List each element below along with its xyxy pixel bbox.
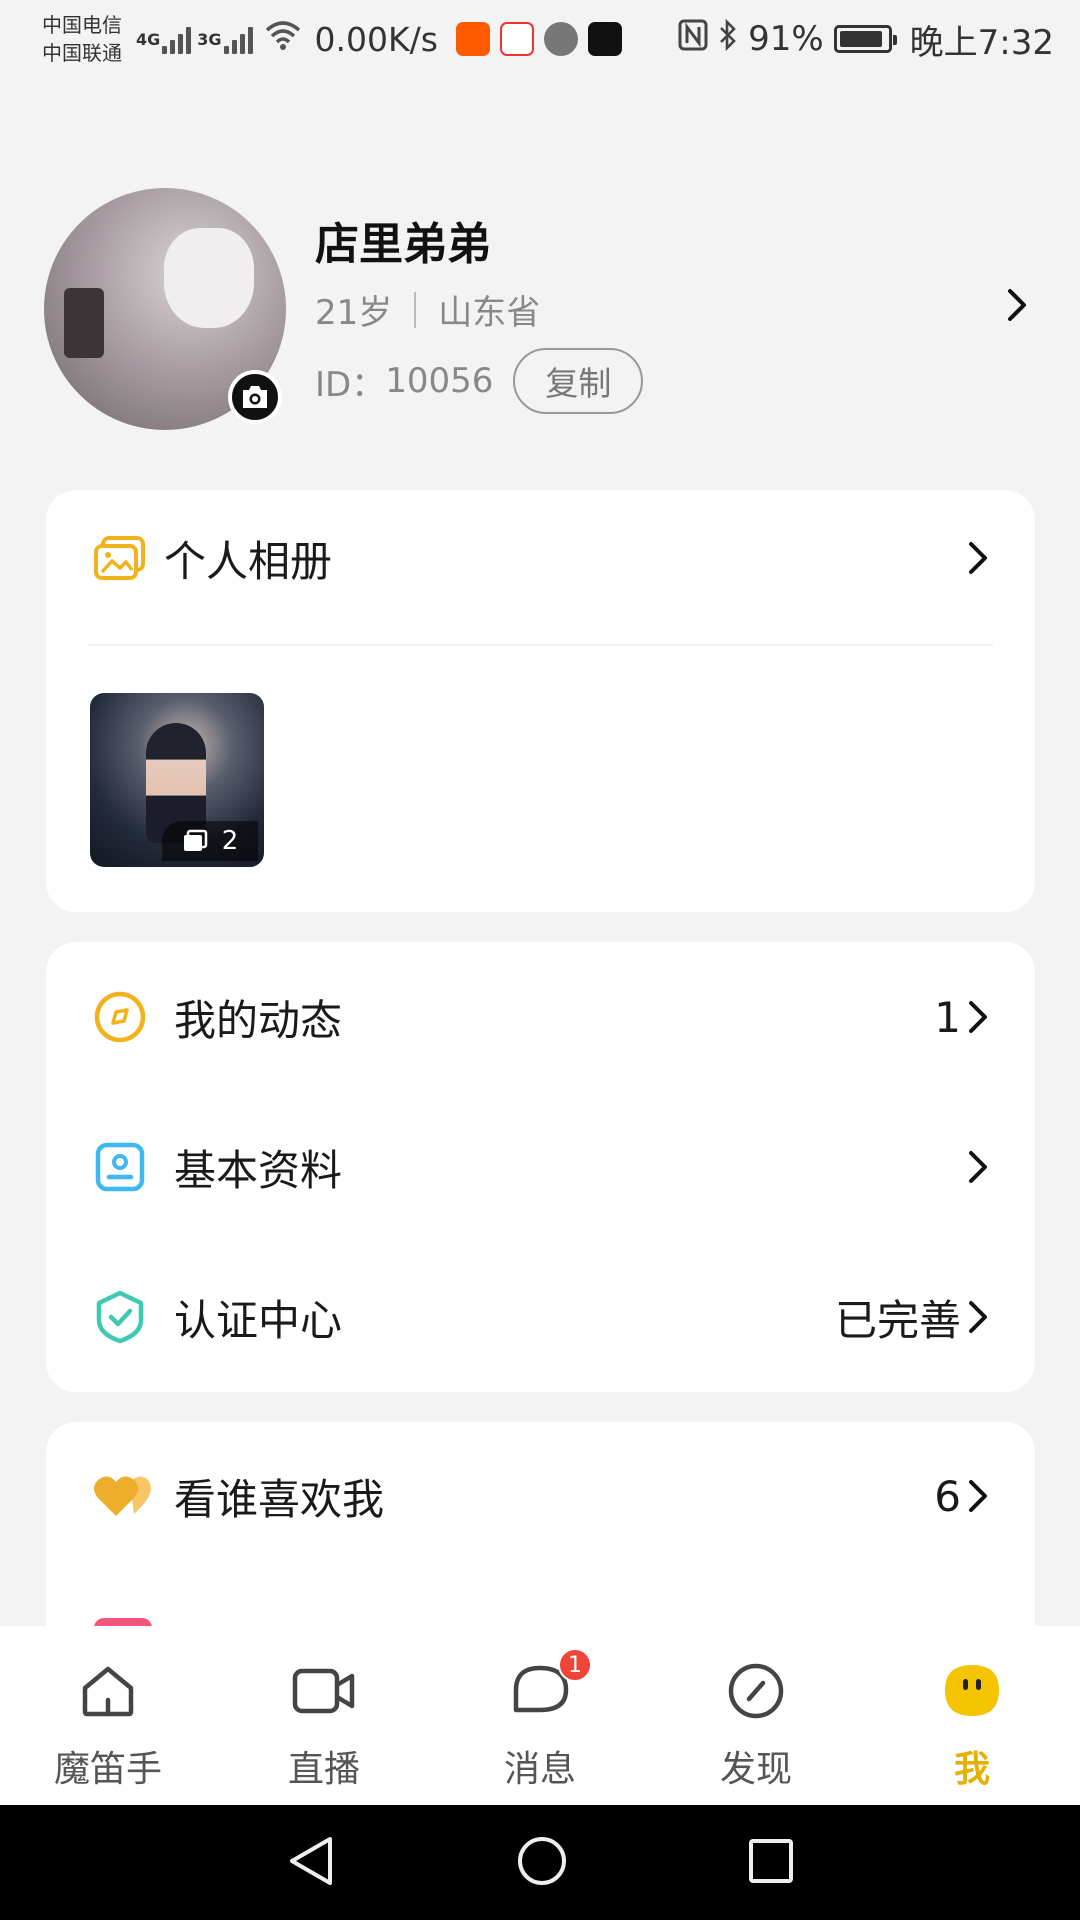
album-photo-thumbnail[interactable]: 2	[90, 693, 264, 867]
taobao-icon	[455, 22, 490, 56]
menu-value-chevron: 6	[934, 1472, 989, 1521]
bluetooth-icon	[718, 18, 738, 60]
chevron-right-icon	[969, 542, 987, 574]
camera-icon[interactable]	[228, 370, 282, 424]
shield-check-icon	[92, 1289, 148, 1345]
status-bar: 中国电信 中国联通 4G 3G 0.00K/s 91% 晚上7:32	[0, 0, 1080, 78]
network-speed: 0.00K/s	[314, 19, 438, 59]
photo-count: 2	[221, 826, 239, 856]
chevron-right-icon	[969, 1480, 987, 1512]
photos-stack-icon	[183, 829, 207, 851]
me-face-icon	[939, 1658, 1005, 1724]
menu-label: 看谁喜欢我	[174, 1474, 385, 1524]
system-navigation-bar	[0, 1805, 1080, 1920]
menu-card-primary: 我的动态 1 基本资料 认证中心 已完善	[46, 942, 1035, 1392]
album-icon	[92, 530, 148, 586]
menu-row-my-posts[interactable]: 我的动态 1	[46, 967, 1035, 1067]
carrier-2: 中国联通	[42, 41, 122, 65]
nfc-icon	[678, 19, 708, 60]
clock: 晚上7:32	[909, 22, 1054, 63]
tab-label: 发现	[719, 1749, 792, 1790]
chevron-right-icon	[969, 1151, 987, 1183]
dewu-icon	[499, 22, 534, 56]
menu-label: 我的动态	[174, 995, 343, 1045]
album-title: 个人相册	[164, 536, 333, 586]
signal-4g-icon: 4G	[136, 24, 192, 54]
menu-value-chevron	[967, 1150, 989, 1184]
menu-label: 基本资料	[174, 1145, 343, 1195]
chevron-right-icon[interactable]	[1006, 288, 1028, 326]
copy-id-button[interactable]: 复制	[513, 348, 644, 414]
menu-value-chevron: 1	[934, 993, 989, 1042]
discover-icon	[723, 1658, 789, 1724]
compass-icon	[92, 989, 148, 1045]
video-camera-icon	[291, 1658, 357, 1724]
signal-3g-icon: 3G	[197, 24, 253, 54]
id-card-icon	[92, 1139, 148, 1195]
photo-count-badge: 2	[162, 821, 258, 861]
id-label: ID：	[315, 364, 386, 405]
menu-row-basic-info[interactable]: 基本资料	[46, 1117, 1035, 1217]
tab-home[interactable]: 魔笛手	[8, 1658, 208, 1792]
id-value: 10056	[385, 361, 494, 401]
wifi-icon	[265, 19, 301, 59]
recents-icon[interactable]	[748, 1838, 794, 1888]
tab-label: 消息	[503, 1749, 576, 1790]
battery-percent: 91%	[748, 19, 824, 59]
album-chevron[interactable]	[967, 541, 989, 575]
hearts-icon	[90, 1468, 156, 1524]
menu-row-who-likes-me[interactable]: 看谁喜欢我 6	[46, 1446, 1035, 1546]
tab-label: 魔笛手	[53, 1749, 162, 1790]
bottom-navigation: 魔笛手 直播 1 消息 发现 我	[0, 1626, 1080, 1805]
album-header-row[interactable]: 个人相册	[46, 508, 1035, 608]
profile-age: 21岁	[315, 293, 393, 333]
tab-me[interactable]: 我	[872, 1658, 1072, 1792]
chevron-right-icon	[969, 1301, 987, 1333]
home-icon	[75, 1658, 141, 1724]
meta-divider	[414, 291, 417, 328]
audio-app-icon	[543, 22, 578, 56]
tab-label: 我	[953, 1749, 990, 1790]
menu-value-chevron: 已完善	[835, 1287, 989, 1348]
profile-province: 山东省	[438, 293, 541, 333]
battery-icon	[833, 25, 897, 53]
profile-header[interactable]: 店里弟弟 21岁 山东省 ID： 10056 复制	[0, 150, 1080, 450]
profile-meta: 21岁 山东省	[315, 285, 540, 334]
carrier-info: 中国电信 中国联通	[42, 11, 122, 67]
carrier-1: 中国电信	[42, 13, 122, 37]
menu-label: 认证中心	[174, 1295, 343, 1345]
tab-label: 直播	[287, 1749, 360, 1790]
profile-id-row: ID： 10056 复制	[315, 348, 644, 414]
tab-live[interactable]: 直播	[224, 1658, 424, 1792]
profile-name: 店里弟弟	[315, 219, 491, 270]
menu-row-verification[interactable]: 认证中心 已完善	[46, 1267, 1035, 1367]
tiktok-icon	[587, 22, 622, 56]
likes-count: 6	[934, 1471, 961, 1521]
verification-status: 已完善	[834, 1295, 961, 1345]
divider	[88, 644, 993, 646]
home-circle-icon[interactable]	[516, 1835, 568, 1891]
back-icon[interactable]	[286, 1835, 336, 1891]
tab-messages[interactable]: 1 消息	[440, 1648, 640, 1792]
posts-count: 1	[934, 992, 961, 1042]
unread-badge: 1	[558, 1648, 592, 1682]
album-card: 个人相册 2	[46, 490, 1035, 912]
chevron-right-icon	[969, 1001, 987, 1033]
tab-discover[interactable]: 发现	[656, 1658, 856, 1792]
